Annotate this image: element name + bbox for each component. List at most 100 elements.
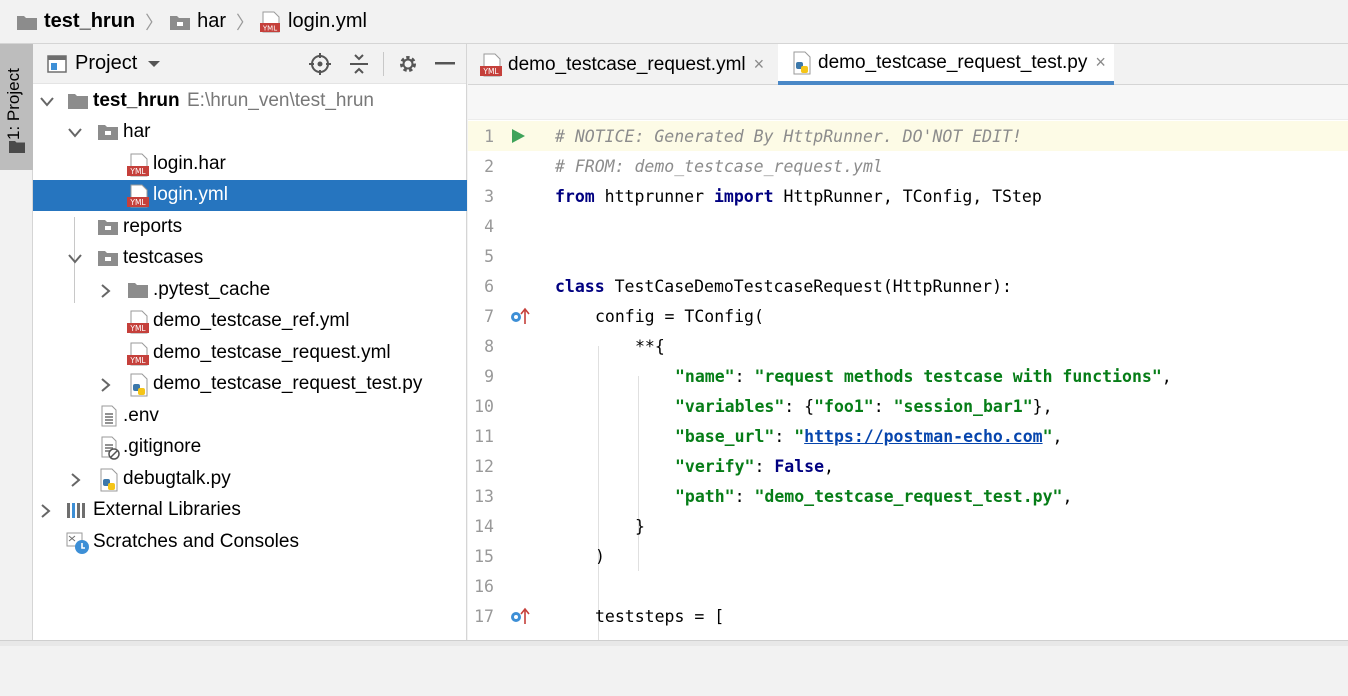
- line-number: 14: [474, 517, 494, 536]
- code-text: # NOTICE: Generated By HttpRunner. DO'NO…: [555, 127, 1022, 146]
- code-text: }: [635, 517, 645, 536]
- tree-item-debugtalk[interactable]: debugtalk.py: [33, 464, 467, 495]
- code-text: from httprunner import HttpRunner, TConf…: [555, 187, 1042, 206]
- code-line: 7 config = TConfig(: [468, 301, 1348, 331]
- yml-file-icon: YML: [127, 310, 149, 334]
- code-line: 2 # FROM: demo_testcase_request.yml: [468, 151, 1348, 181]
- project-view-selector[interactable]: Project: [75, 52, 137, 75]
- line-number: 15: [474, 547, 494, 566]
- ignore-file-icon: [101, 436, 120, 460]
- tree-item-external-libraries[interactable]: External Libraries: [33, 495, 467, 526]
- tree-item-har[interactable]: har: [33, 117, 467, 148]
- yml-file-icon: YML: [127, 184, 149, 208]
- override-marker-icon[interactable]: [510, 607, 530, 625]
- code-line: 15 ): [468, 541, 1348, 571]
- tree-item-label: test_hrun: [93, 90, 180, 111]
- line-number: 13: [474, 487, 494, 506]
- tab-demo-testcase-request-yml[interactable]: YML demo_testcase_request.yml ×: [468, 44, 775, 85]
- chevron-down-icon[interactable]: [147, 60, 161, 69]
- override-marker-icon[interactable]: [510, 307, 530, 325]
- chevron-right-icon[interactable]: [97, 377, 113, 393]
- tree-item-label: debugtalk.py: [123, 468, 231, 489]
- breadcrumb-folder-label: har: [197, 10, 227, 32]
- tree-item-label: demo_testcase_ref.yml: [153, 310, 350, 331]
- chevron-right-icon[interactable]: [37, 503, 53, 519]
- line-number: 10: [474, 397, 494, 416]
- code-line: 9 "name": "request methods testcase with…: [468, 361, 1348, 391]
- minimize-icon[interactable]: [435, 62, 455, 66]
- line-number: 12: [474, 457, 494, 476]
- scratches-icon: [66, 532, 89, 554]
- status-bar: [0, 640, 1348, 646]
- library-icon: [67, 503, 85, 518]
- chevron-down-icon[interactable]: [67, 251, 83, 267]
- tree-item-demo-testcase-ref[interactable]: YML demo_testcase_ref.yml: [33, 306, 467, 337]
- locate-target-icon[interactable]: [309, 53, 331, 75]
- breadcrumb-root-label: test_hrun: [44, 10, 136, 32]
- tab-demo-testcase-request-test-py[interactable]: demo_testcase_request_test.py ×: [778, 44, 1114, 85]
- chevron-down-icon[interactable]: [39, 94, 55, 110]
- folder-icon: [128, 283, 148, 298]
- tree-item-scratches[interactable]: Scratches and Consoles: [33, 527, 467, 558]
- tree-item-gitignore[interactable]: .gitignore: [33, 432, 467, 463]
- code-line: 4: [468, 211, 1348, 241]
- chevron-right-icon: 〉: [236, 12, 255, 33]
- tree-item-pytest-cache[interactable]: .pytest_cache: [33, 275, 467, 306]
- collapse-all-icon[interactable]: [348, 53, 370, 75]
- tree-item-label: .pytest_cache: [153, 279, 271, 300]
- run-icon[interactable]: [510, 128, 526, 144]
- tree-item-label: login.har: [153, 153, 226, 174]
- folder-icon: [17, 15, 37, 30]
- url-link[interactable]: https://postman-echo.com: [804, 427, 1042, 446]
- editor-breadcrumb-bar: [468, 85, 1348, 120]
- breadcrumb-item-root[interactable]: test_hrun 〉: [16, 9, 169, 35]
- line-number: 3: [484, 187, 494, 206]
- code-editor[interactable]: 1 # NOTICE: Generated By HttpRunner. DO'…: [468, 121, 1348, 640]
- svg-text:YML: YML: [129, 356, 146, 365]
- line-number: 9: [484, 367, 494, 386]
- breadcrumb-file-label: login.yml: [288, 10, 367, 32]
- tree-item-demo-testcase-request-test[interactable]: demo_testcase_request_test.py: [33, 369, 467, 400]
- line-number: 4: [484, 217, 494, 236]
- folder-icon: [98, 220, 118, 235]
- toolbar-divider: [383, 52, 384, 76]
- tree-item-label: har: [123, 121, 151, 142]
- code-text: "variables": {"foo1": "session_bar1"},: [675, 397, 1053, 416]
- tree-item-label: .env: [123, 405, 159, 426]
- tree-item-label: testcases: [123, 247, 204, 268]
- tree-item-reports[interactable]: reports: [33, 212, 467, 243]
- chevron-down-icon[interactable]: [67, 125, 83, 141]
- chevron-right-icon[interactable]: [67, 472, 83, 488]
- svg-text:YML: YML: [262, 24, 277, 32]
- tree-item-demo-testcase-request[interactable]: YML demo_testcase_request.yml: [33, 338, 467, 369]
- code-text: config = TConfig(: [595, 307, 764, 326]
- text-file-icon: [101, 405, 117, 427]
- line-number: 11: [474, 427, 494, 446]
- code-line: 6 class TestCaseDemoTestcaseRequest(Http…: [468, 271, 1348, 301]
- chevron-right-icon[interactable]: [97, 283, 113, 299]
- line-number: 17: [474, 607, 494, 626]
- breadcrumb-item-file[interactable]: YML login.yml: [260, 10, 367, 33]
- tree-item-testcases[interactable]: testcases: [33, 243, 467, 274]
- folder-icon: [9, 141, 25, 153]
- tree-item-path: E:\hrun_ven\test_hrun: [187, 90, 374, 111]
- tree-item-test-hrun[interactable]: test_hrun E:\hrun_ven\test_hrun: [33, 86, 467, 117]
- close-icon[interactable]: ×: [1095, 52, 1106, 73]
- code-line: 12 "verify": False,: [468, 451, 1348, 481]
- close-icon[interactable]: ×: [754, 54, 765, 75]
- project-panel-header: Project: [33, 44, 466, 84]
- breadcrumb-item-folder[interactable]: har 〉: [169, 9, 260, 35]
- project-tool-window-button[interactable]: 1: Project: [0, 44, 33, 170]
- folder-icon: [170, 15, 191, 30]
- tree-item-label: reports: [123, 216, 183, 237]
- gear-icon[interactable]: [397, 53, 419, 75]
- tree-item-env[interactable]: .env: [33, 401, 467, 432]
- tree-item-login-yml[interactable]: YML login.yml: [33, 180, 467, 211]
- code-text: **{: [635, 337, 665, 356]
- tree-item-login-har[interactable]: YML login.har: [33, 149, 467, 180]
- python-file-icon: [130, 373, 148, 397]
- python-file-icon: [100, 468, 118, 492]
- code-line: 17 teststeps = [: [468, 601, 1348, 631]
- code-line: 3 from httprunner import HttpRunner, TCo…: [468, 181, 1348, 211]
- code-text: "verify": False,: [675, 457, 834, 476]
